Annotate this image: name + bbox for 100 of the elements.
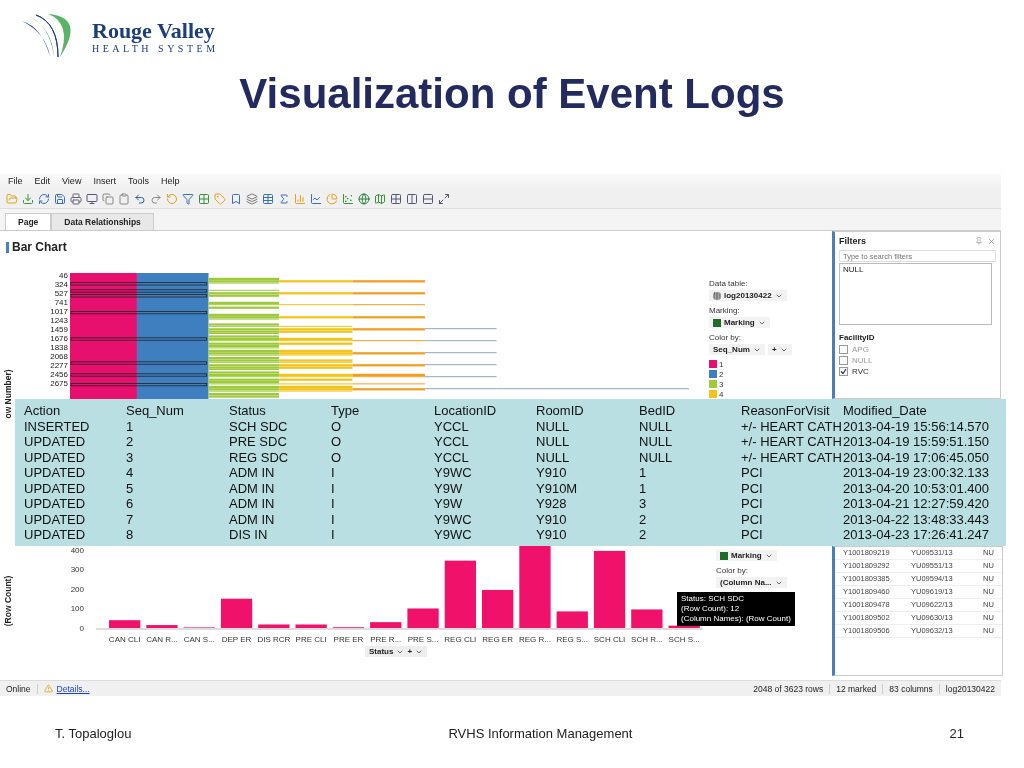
pie-chart-icon[interactable] xyxy=(326,192,338,205)
columns-icon[interactable] xyxy=(406,192,418,205)
grid-layout-icon[interactable] xyxy=(390,192,402,205)
table-cell-text: Y9W xyxy=(434,480,464,496)
column-header: Action xyxy=(24,403,62,419)
legend-label: Color by: xyxy=(709,333,742,342)
table-cell-text: UPDATED xyxy=(24,496,87,512)
bar xyxy=(258,624,290,628)
bar xyxy=(556,611,588,628)
logo-name: Rouge Valley xyxy=(92,18,216,43)
row-label: 527 xyxy=(54,289,68,298)
menu-item[interactable]: View xyxy=(62,176,82,187)
add-dropdown[interactable]: + xyxy=(767,344,792,355)
line-chart-icon[interactable] xyxy=(310,192,322,205)
category-label: PRE CLI xyxy=(295,635,327,644)
column-header: BedID xyxy=(639,403,677,419)
table-cell-text: O xyxy=(331,418,343,434)
globe-icon[interactable] xyxy=(358,192,370,205)
details-link[interactable]: Details... xyxy=(52,683,94,694)
panel-title: Bar Chart xyxy=(12,240,67,254)
menu-item[interactable]: Help xyxy=(160,176,180,187)
legend-item-label: 2 xyxy=(719,369,724,379)
download-icon[interactable] xyxy=(22,192,34,205)
maximize-icon[interactable] xyxy=(438,192,450,205)
table-cell-text: Y9W xyxy=(434,496,464,512)
table-cell-text: 2013-04-20 10:53:01.400 xyxy=(843,480,990,496)
table-cell-text: 2013-04-19 15:56:14.570 xyxy=(843,418,990,434)
filter-list[interactable]: NULL xyxy=(839,263,992,325)
clipboard-icon[interactable] xyxy=(118,192,130,205)
category-label: DIS RCR xyxy=(257,635,291,644)
bar xyxy=(220,598,253,628)
color-by-dropdown[interactable]: (Column Na... xyxy=(716,577,787,588)
checkbox[interactable] xyxy=(839,356,848,365)
filters-title: Filters xyxy=(839,236,866,246)
x-axis-dropdown[interactable]: Status + xyxy=(364,646,428,657)
filter-icon[interactable] xyxy=(182,192,194,205)
table-cell-text: 2 xyxy=(126,434,135,450)
axis-label: ow Number) xyxy=(3,369,13,419)
legend-item-label: 1 xyxy=(719,359,724,369)
table-cell: +/- HEART CATH xyxy=(741,418,843,434)
table-cell: +/- HEART CATH xyxy=(741,434,843,450)
table-cell-text: O xyxy=(331,434,343,450)
table-cell-text: Y9WC xyxy=(434,527,473,543)
table-cell-text: 1 xyxy=(126,418,135,434)
row-label: 741 xyxy=(54,298,68,307)
table-cell-text: Y910 xyxy=(536,527,568,543)
menu-item[interactable]: File xyxy=(8,176,23,187)
pin-icon[interactable] xyxy=(975,236,983,245)
tab[interactable]: Page xyxy=(5,213,52,230)
table-cell-text: PCI xyxy=(741,465,764,481)
table-cell-text: 8 xyxy=(126,527,135,543)
category-label: DEP ER xyxy=(221,635,252,644)
refresh-icon[interactable] xyxy=(38,192,50,205)
menu-item[interactable]: Tools xyxy=(127,176,149,187)
marking-dropdown[interactable]: Marking xyxy=(709,317,770,328)
map-icon[interactable] xyxy=(374,192,386,205)
table-cell-text: 2013-04-19 15:59:51.150 xyxy=(843,434,990,450)
reset-icon[interactable] xyxy=(166,192,178,205)
color-by-dropdown[interactable]: Seq_Num xyxy=(709,344,765,355)
checkbox[interactable] xyxy=(839,367,848,376)
list-item[interactable]: NULL xyxy=(843,265,988,274)
layers-icon[interactable] xyxy=(246,192,258,205)
redo-icon[interactable] xyxy=(150,192,162,205)
table-cell-text: 2013-04-22 13:48:33.443 xyxy=(843,511,990,527)
folder-icon[interactable] xyxy=(6,192,18,205)
table-cell-text: 7 xyxy=(126,511,135,527)
tab[interactable]: Data Relationships xyxy=(51,213,154,230)
printer-icon[interactable] xyxy=(70,192,82,205)
table-dropdown[interactable]: log20130422 xyxy=(709,290,787,301)
row-label: 1459 xyxy=(50,325,68,334)
table-cell-text: 5 xyxy=(126,480,135,496)
menu-item[interactable]: Insert xyxy=(93,176,116,187)
table-cell-text: NULL xyxy=(536,418,571,434)
category-label: PRE ER xyxy=(333,635,364,644)
table-cell-text: Y910M xyxy=(536,480,579,496)
undo-icon[interactable] xyxy=(134,192,146,205)
bar xyxy=(295,624,327,628)
tag-icon[interactable] xyxy=(214,192,226,205)
table-cell-text: UPDATED xyxy=(24,527,87,543)
table-cell-text: 2013-04-21 12:27:59.420 xyxy=(843,496,990,512)
table-cell-text: NULL xyxy=(639,449,674,465)
monitor-icon[interactable] xyxy=(86,192,98,205)
table-cell-text: 3 xyxy=(639,496,648,512)
scatter-chart-icon[interactable] xyxy=(342,192,354,205)
rows-icon[interactable] xyxy=(422,192,434,205)
close-icon[interactable] xyxy=(987,236,996,246)
checkbox-label: NULL xyxy=(852,356,873,365)
menu-item[interactable]: Edit xyxy=(34,176,51,187)
page-number: 21 xyxy=(949,726,964,741)
column-header: RoomID xyxy=(536,403,585,419)
marking-dropdown[interactable]: Marking xyxy=(716,550,777,561)
sigma-icon[interactable] xyxy=(278,192,290,205)
checkbox[interactable] xyxy=(839,345,848,354)
bookmark-icon[interactable] xyxy=(230,192,242,205)
legend-label: Data table: xyxy=(709,279,749,288)
legend-label: Marking: xyxy=(709,306,741,315)
table-cell-text: UPDATED xyxy=(24,434,87,450)
bar-chart-icon[interactable] xyxy=(294,192,306,205)
save-icon[interactable] xyxy=(54,192,66,205)
grid-icon[interactable] xyxy=(198,192,210,205)
